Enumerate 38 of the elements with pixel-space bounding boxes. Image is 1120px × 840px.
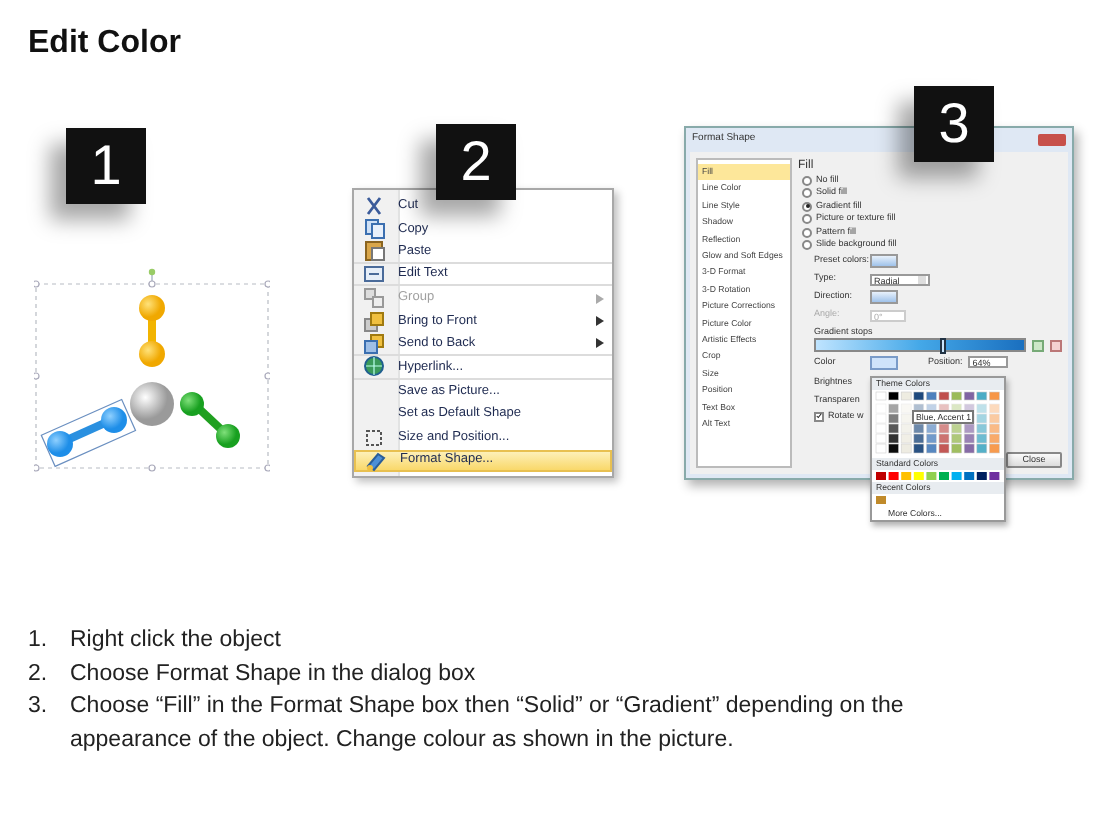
radio-button[interactable] <box>802 240 812 251</box>
paint-icon <box>364 448 388 473</box>
step-text: Right click the object <box>70 626 281 656</box>
color-picker-button[interactable] <box>870 254 898 268</box>
globe-icon <box>362 354 386 379</box>
color-picker-button[interactable] <box>870 355 898 369</box>
radio-button[interactable] <box>802 175 812 186</box>
resize-icon <box>362 425 386 450</box>
recent-color-swatch[interactable] <box>876 496 886 504</box>
radio-button[interactable] <box>802 214 812 225</box>
checkbox[interactable] <box>814 411 824 421</box>
text-box-icon <box>362 262 386 287</box>
remove-stop-icon[interactable] <box>1050 339 1062 351</box>
group-icon <box>362 286 386 311</box>
layers-icon <box>362 331 386 356</box>
color-picker-button[interactable] <box>870 290 898 304</box>
slide-title: Edit Color <box>28 24 183 64</box>
standard-color-palette[interactable] <box>872 470 1004 482</box>
copy-icon <box>362 216 386 241</box>
radio-button[interactable] <box>802 188 812 199</box>
layers-icon <box>362 309 386 334</box>
gradient-stops-bar[interactable] <box>814 338 1026 352</box>
check-icon <box>816 412 822 420</box>
clipboard-icon <box>362 238 386 263</box>
theme-color-palette[interactable] <box>872 390 1004 458</box>
step-number: 2. <box>28 659 50 689</box>
step-text: Choose Format Shape in the dialog box <box>70 659 476 689</box>
radio-button[interactable] <box>802 227 812 238</box>
step-number-badge: 1 <box>66 128 146 204</box>
radio-button[interactable] <box>802 201 812 212</box>
step-number: 3. <box>28 692 50 722</box>
step-number-badge: 3 <box>914 86 994 162</box>
gradient-stop-handle[interactable] <box>940 338 946 354</box>
step-number-badge: 2 <box>436 124 516 200</box>
step-number: 1. <box>28 626 50 656</box>
scissors-icon <box>362 193 386 218</box>
add-stop-icon[interactable] <box>1032 339 1044 351</box>
step-text: Choose “Fill” in the Format Shape box then “Solid” or “Gradient” depending on the appearance of the object. Change colour as shown in the picture. <box>70 692 906 755</box>
